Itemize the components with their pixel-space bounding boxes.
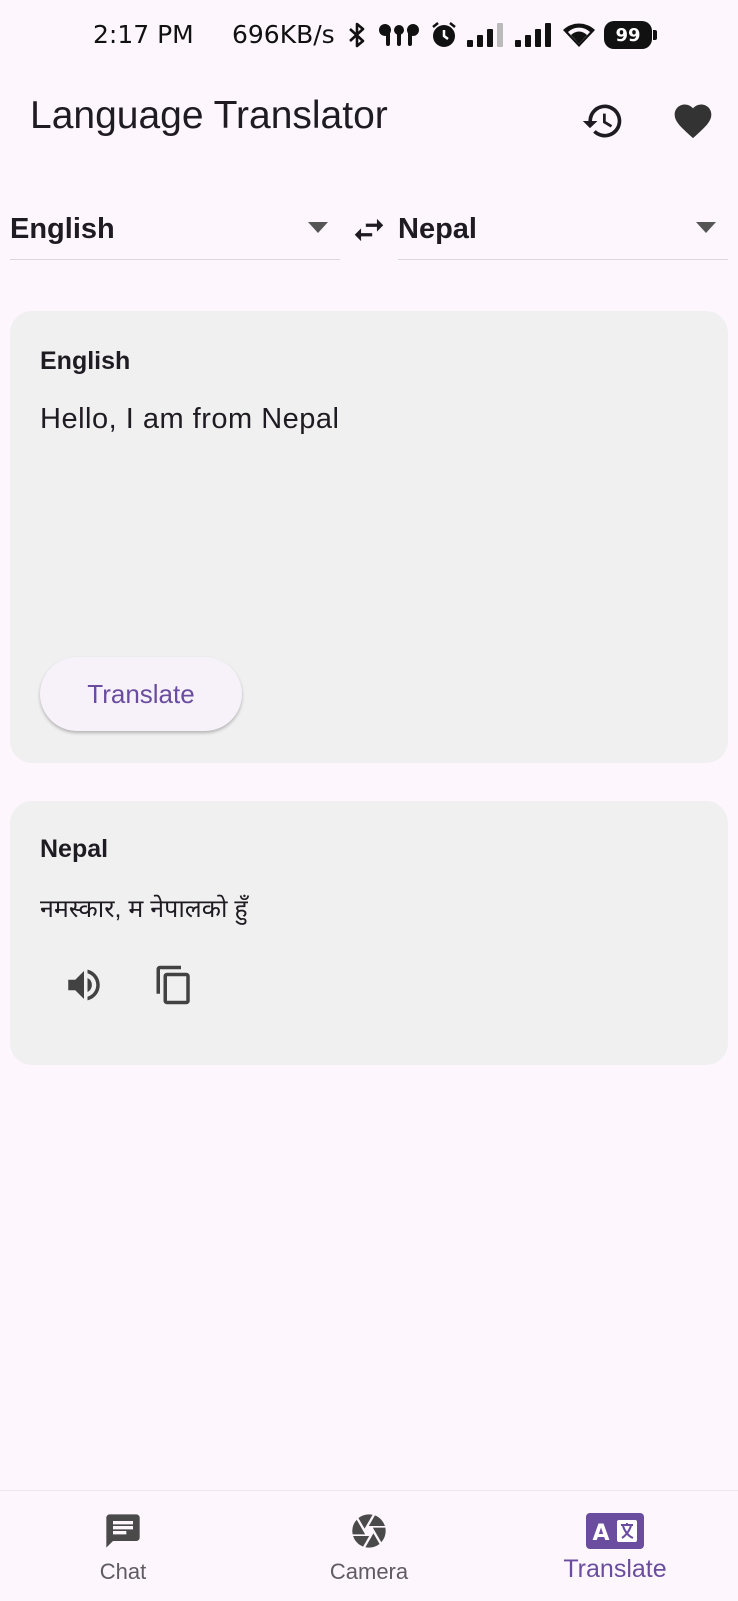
wifi-icon [563, 23, 595, 47]
translate-icon: A [492, 1509, 738, 1553]
svg-text:A: A [592, 1521, 609, 1546]
target-language-label: Nepal [398, 213, 477, 245]
signal-icon [467, 23, 503, 47]
history-icon[interactable] [580, 98, 626, 144]
translated-text: नमस्कार, म नेपालको हुँ [40, 895, 248, 923]
speaker-icon[interactable] [60, 961, 108, 1009]
source-text-input[interactable]: Hello, I am from Nepal [40, 403, 340, 436]
chevron-down-icon [308, 222, 328, 233]
heart-icon[interactable] [670, 98, 716, 144]
nav-item-chat[interactable]: Chat [0, 1491, 246, 1601]
nav-label-camera: Camera [329, 1559, 409, 1584]
bluetooth-icon [349, 22, 365, 48]
earbuds-icon [379, 24, 419, 46]
chat-icon [0, 1509, 246, 1553]
nav-label-translate: Translate [563, 1555, 667, 1583]
nav-item-translate[interactable]: A Translate [492, 1491, 738, 1601]
status-icons: 99 [346, 18, 657, 52]
source-language-dropdown[interactable]: English [10, 200, 340, 260]
output-card-title: Nepal [40, 835, 109, 863]
swap-languages-icon[interactable] [349, 210, 389, 250]
chevron-down-icon [696, 222, 716, 233]
alarm-icon [432, 22, 456, 47]
nav-item-camera[interactable]: Camera [246, 1491, 492, 1601]
input-card-title: English [40, 347, 131, 375]
nav-label-chat: Chat [99, 1559, 147, 1584]
network-speed: 696KB/s [232, 20, 335, 49]
translate-button[interactable]: Translate [40, 657, 242, 731]
camera-icon [246, 1509, 492, 1553]
target-language-dropdown[interactable]: Nepal [398, 200, 728, 260]
status-bar: 2:17 PM 696KB/s 99 [0, 0, 738, 72]
output-card: Nepal नमस्कार, म नेपालको हुँ [10, 801, 728, 1065]
signal-icon [515, 23, 551, 47]
battery-icon: 99 [604, 21, 657, 49]
copy-icon[interactable] [150, 961, 198, 1009]
source-language-label: English [10, 213, 115, 245]
input-card: English Hello, I am from Nepal Translate [10, 311, 728, 763]
app-title: Language Translator [30, 94, 388, 137]
bottom-navigation: Chat Camera A Translate [0, 1490, 738, 1600]
status-time: 2:17 PM [93, 20, 194, 49]
